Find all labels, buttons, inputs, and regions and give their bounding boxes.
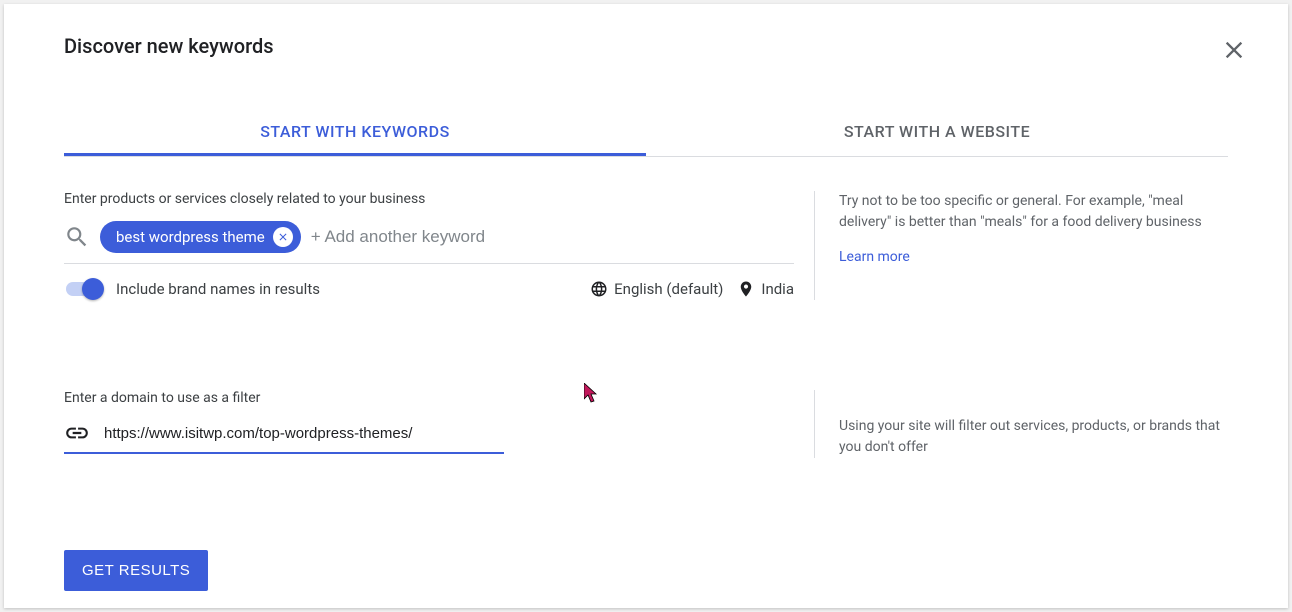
brand-names-toggle[interactable] xyxy=(64,278,104,300)
globe-icon xyxy=(590,280,608,298)
learn-more-link[interactable]: Learn more xyxy=(839,247,910,268)
chip-remove-button[interactable] xyxy=(273,227,293,247)
filter-help-column: Using your site will filter out services… xyxy=(814,390,1228,458)
close-button[interactable] xyxy=(1220,36,1248,64)
domain-filter-input[interactable] xyxy=(104,425,504,442)
add-keyword-input[interactable] xyxy=(311,227,794,247)
filter-help-text: Using your site will filter out services… xyxy=(839,416,1228,458)
keyword-planner-modal: Discover new keywords START WITH KEYWORD… xyxy=(4,4,1288,608)
brand-names-label: Include brand names in results xyxy=(116,280,320,298)
tab-bar: START WITH KEYWORDS START WITH A WEBSITE xyxy=(64,108,1228,157)
close-icon xyxy=(1220,36,1248,64)
language-location-group: English (default) India xyxy=(590,280,794,298)
filter-field-label: Enter a domain to use as a filter xyxy=(64,390,794,406)
keyword-chip-label: best wordpress theme xyxy=(116,228,265,246)
location-selector[interactable]: India xyxy=(737,280,794,298)
tab-keywords[interactable]: START WITH KEYWORDS xyxy=(64,108,646,156)
filter-content-row: Enter a domain to use as a filter Using … xyxy=(64,390,1228,458)
tab-website[interactable]: START WITH A WEBSITE xyxy=(646,108,1228,156)
language-value: English (default) xyxy=(614,280,723,298)
location-pin-icon xyxy=(737,280,755,298)
page-title: Discover new keywords xyxy=(64,34,274,58)
modal-header: Discover new keywords xyxy=(64,34,1228,58)
keywords-field-label: Enter products or services closely relat… xyxy=(64,191,794,207)
search-icon xyxy=(64,224,90,250)
domain-input-row[interactable] xyxy=(64,420,504,454)
language-selector[interactable]: English (default) xyxy=(590,280,723,298)
keywords-options-row: Include brand names in results English (… xyxy=(64,278,794,300)
keywords-left-column: Enter products or services closely relat… xyxy=(64,191,814,300)
keywords-help-text: Try not to be too specific or general. F… xyxy=(839,191,1228,233)
link-icon xyxy=(64,420,90,446)
close-icon xyxy=(277,231,289,243)
location-value: India xyxy=(761,280,794,298)
keywords-content-row: Enter products or services closely relat… xyxy=(64,191,1228,300)
keyword-chip[interactable]: best wordpress theme xyxy=(100,221,301,253)
keywords-input-row[interactable]: best wordpress theme xyxy=(64,221,794,264)
get-results-button[interactable]: GET RESULTS xyxy=(64,550,208,591)
brand-names-toggle-group: Include brand names in results xyxy=(64,278,320,300)
filter-left-column: Enter a domain to use as a filter xyxy=(64,390,814,458)
keywords-help-column: Try not to be too specific or general. F… xyxy=(814,191,1228,300)
